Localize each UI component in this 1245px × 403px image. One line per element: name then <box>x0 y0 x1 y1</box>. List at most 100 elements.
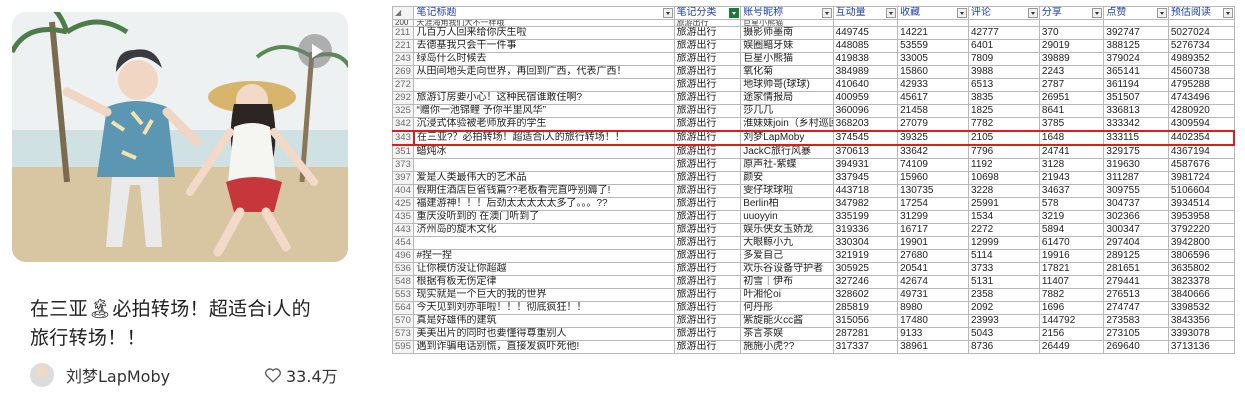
table-cell[interactable]: 360096 <box>832 104 899 118</box>
table-cell[interactable]: 旅游出行 <box>673 91 742 105</box>
table-cell[interactable]: 旅游出行 <box>673 19 742 27</box>
table-cell[interactable]: 从田间地头走向世界，再回到广西，代表广西！ <box>413 65 675 79</box>
table-cell[interactable]: 7882 <box>1038 288 1105 302</box>
row-number[interactable]: 221 <box>392 39 415 53</box>
table-cell[interactable]: 15960 <box>897 171 969 185</box>
row-number[interactable]: 211 <box>392 26 415 40</box>
table-cell[interactable]: Berlin柏 <box>740 197 834 211</box>
filter-dropdown-icon[interactable] <box>1156 8 1167 18</box>
table-cell[interactable]: 2156 <box>1038 327 1105 341</box>
table-cell[interactable]: 旅游出行 <box>673 52 742 66</box>
row-number[interactable]: 404 <box>392 184 415 198</box>
like-button[interactable]: 33.4万 <box>264 362 338 388</box>
table-cell[interactable] <box>968 19 1040 27</box>
table-cell[interactable]: 14221 <box>897 26 969 40</box>
table-cell[interactable]: 4587676 <box>1167 158 1235 172</box>
table-cell[interactable]: 5114 <box>968 249 1040 263</box>
table-cell[interactable]: 旅游出行 <box>673 184 742 198</box>
table-cell[interactable]: 336813 <box>1103 104 1169 118</box>
table-row[interactable]: 595 遇到诈骗电话别慌，直接发疯吓死他! 旅游出行 施施小虎?? 317337 3896… <box>392 340 1235 354</box>
row-number[interactable]: 443 <box>392 223 415 237</box>
table-row[interactable]: 343 在三亚?？必拍转场！超适合i人的旅行转场！！ 旅游出行 刘梦LapMoby 37… <box>392 130 1235 146</box>
table-cell[interactable]: 11407 <box>1038 275 1105 289</box>
table-cell[interactable]: 287281 <box>832 327 899 341</box>
table-cell[interactable]: 448085 <box>832 39 899 53</box>
table-cell[interactable]: 蜡炖冰 <box>413 144 675 159</box>
table-cell[interactable]: 3840666 <box>1167 288 1235 302</box>
table-cell[interactable]: 305925 <box>832 262 899 276</box>
row-number[interactable]: 343 <box>392 130 415 146</box>
table-cell[interactable]: 茶言茶娱 <box>740 327 834 341</box>
table-cell[interactable]: 309755 <box>1103 184 1169 198</box>
row-number[interactable]: 397 <box>392 171 415 185</box>
table-cell[interactable]: 34637 <box>1038 184 1105 198</box>
table-cell[interactable]: 42674 <box>897 275 969 289</box>
table-cell[interactable]: 361194 <box>1103 78 1169 92</box>
table-cell[interactable]: 5043 <box>968 327 1040 341</box>
table-cell[interactable]: 旅游出行 <box>673 210 742 224</box>
author-info[interactable]: 刘梦LapMoby <box>30 362 170 388</box>
table-cell[interactable]: 旅游出行 <box>673 104 742 118</box>
table-cell[interactable] <box>413 158 675 172</box>
column-header[interactable]: 账号昵称 <box>740 6 834 20</box>
table-cell[interactable]: 300347 <box>1103 223 1169 237</box>
table-cell[interactable]: 449745 <box>832 26 899 40</box>
table-cell[interactable]: 重庆没听到的 在澳门听到了 <box>413 210 675 224</box>
table-cell[interactable]: 31299 <box>897 210 969 224</box>
table-cell[interactable]: 雯仔球球啦 <box>740 184 834 198</box>
table-row[interactable]: 269 从田间地头走向世界，再回到广西，代表广西！ 旅游出行 氧化菊 384989 158… <box>392 65 1235 79</box>
table-row[interactable]: 564 今天见到刘亦菲啦！！！彻底疯狂！！ 旅游出行 何丹彤 285819 8980 209… <box>392 301 1235 315</box>
table-cell[interactable]: 384989 <box>832 65 899 79</box>
table-cell[interactable]: 351507 <box>1103 91 1169 105</box>
filter-dropdown-icon[interactable] <box>1092 8 1103 18</box>
filter-active-icon[interactable] <box>729 8 740 18</box>
table-cell[interactable]: 370613 <box>832 144 899 159</box>
table-cell[interactable]: 15860 <box>897 65 969 79</box>
table-cell[interactable]: 335199 <box>832 210 899 224</box>
row-number[interactable]: 553 <box>392 288 415 302</box>
table-cell[interactable]: 273583 <box>1103 314 1169 328</box>
table-cell[interactable]: 4795288 <box>1167 78 1235 92</box>
table-cell[interactable]: 紫旋能火cc酱 <box>740 314 834 328</box>
table-cell[interactable]: 370 <box>1038 26 1105 40</box>
table-cell[interactable]: 现实就是一个巨大的我的世界 <box>413 288 675 302</box>
table-cell[interactable]: 真是好雄伟的建筑 <box>413 314 675 328</box>
table-cell[interactable]: 12999 <box>968 236 1040 250</box>
table-cell[interactable]: 3219 <box>1038 210 1105 224</box>
table-cell[interactable]: 315056 <box>832 314 899 328</box>
row-number[interactable]: 548 <box>392 275 415 289</box>
row-number[interactable]: 536 <box>392 262 415 276</box>
table-cell[interactable]: 10698 <box>968 171 1040 185</box>
table-cell[interactable]: 273105 <box>1103 327 1169 341</box>
row-number[interactable]: 200 <box>392 19 415 27</box>
table-cell[interactable]: 319630 <box>1103 158 1169 172</box>
table-cell[interactable]: 330304 <box>832 236 899 250</box>
table-cell[interactable]: 氧化菊 <box>740 65 834 79</box>
table-row[interactable]: 548 根据有板无伤定律 旅游出行 初雪｜伊布 327246 42674 5131 11407… <box>392 275 1235 289</box>
table-cell[interactable]: 济州岛的旋木文化 <box>413 223 675 237</box>
table-cell[interactable]: 7796 <box>968 144 1040 159</box>
table-row[interactable]: 570 真是好雄伟的建筑 旅游出行 紫旋能火cc酱 315056 17480 23993 14… <box>392 314 1235 328</box>
table-cell[interactable]: 329175 <box>1103 144 1169 159</box>
table-cell[interactable]: 3988 <box>968 65 1040 79</box>
table-cell[interactable]: “赠你一池锦鲤 予你半里风华” <box>413 104 675 118</box>
table-cell[interactable]: 爱是人类最伟大的艺术品 <box>413 171 675 185</box>
table-cell[interactable]: 388125 <box>1103 39 1169 53</box>
table-cell[interactable]: 旅游出行 <box>673 314 742 328</box>
table-cell[interactable]: 根据有板无伤定律 <box>413 275 675 289</box>
table-cell[interactable]: 3953958 <box>1167 210 1235 224</box>
table-cell[interactable]: 304737 <box>1103 197 1169 211</box>
table-cell[interactable]: 419838 <box>832 52 899 66</box>
table-cell[interactable]: 3128 <box>1038 158 1105 172</box>
row-number[interactable]: 292 <box>392 91 415 105</box>
table-cell[interactable]: 42933 <box>897 78 969 92</box>
table-cell[interactable]: 途家情报局 <box>740 91 834 105</box>
table-cell[interactable]: 6401 <box>968 39 1040 53</box>
table-cell[interactable]: 旅游出行 <box>673 340 742 354</box>
table-cell[interactable]: 394931 <box>832 158 899 172</box>
table-row[interactable]: 435 重庆没听到的 在澳门听到了 旅游出行 uuoyyin 335199 31299 15… <box>392 210 1235 224</box>
table-cell[interactable]: 颜安 <box>740 171 834 185</box>
table-cell[interactable]: 144792 <box>1038 314 1105 328</box>
table-cell[interactable]: 1192 <box>968 158 1040 172</box>
table-cell[interactable]: 33005 <box>897 52 969 66</box>
